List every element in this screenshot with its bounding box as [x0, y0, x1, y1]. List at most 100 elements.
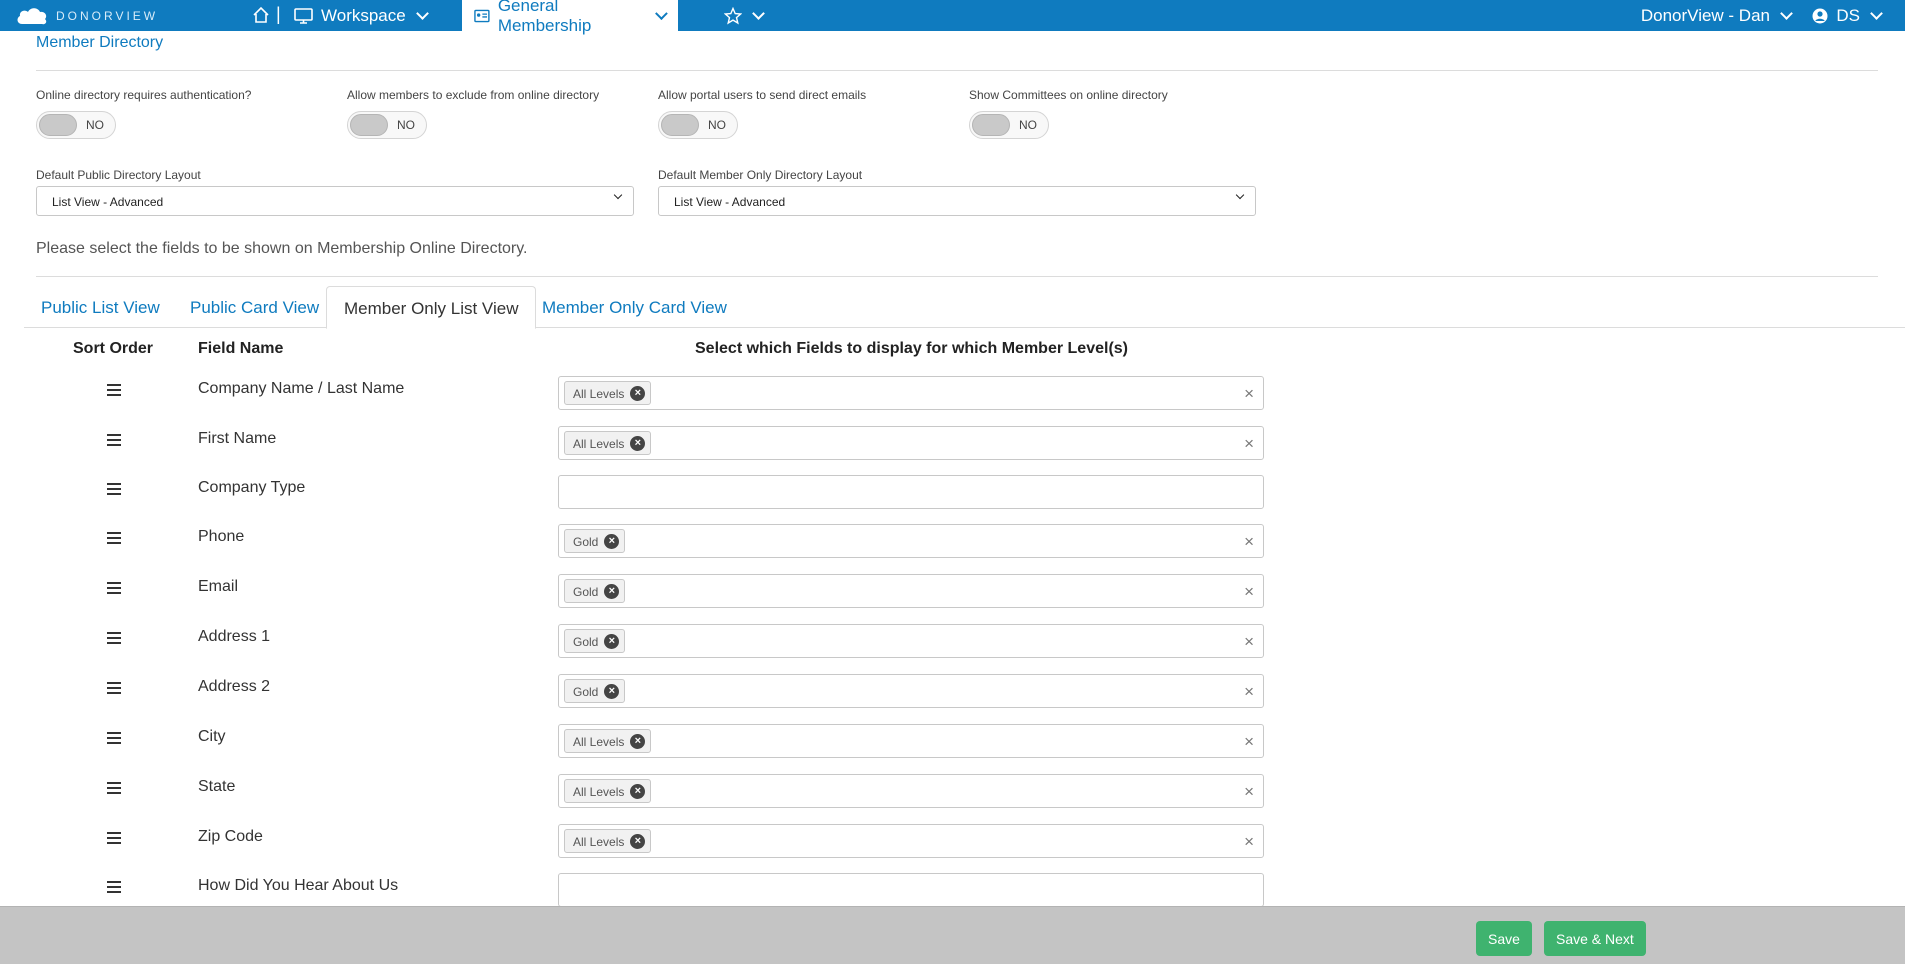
drag-handle-icon[interactable]: [107, 434, 121, 446]
level-tag-label: All Levels: [573, 835, 625, 849]
header-sort-order: Sort Order: [73, 340, 154, 357]
drag-handle-icon[interactable]: [107, 782, 121, 794]
drag-handle-icon[interactable]: [107, 582, 121, 594]
top-nav-bar: DONORVIEW | Workspace General Membership…: [0, 0, 1905, 35]
tab-member-only-list-view[interactable]: Member Only List View: [326, 286, 537, 329]
table-row: Address 1 Gold × ×: [0, 624, 1905, 674]
toggle-label: Allow portal users to send direct emails: [658, 88, 867, 102]
donorview-logo[interactable]: DONORVIEW: [16, 4, 158, 28]
drag-handle-icon[interactable]: [107, 532, 121, 544]
profile-menu[interactable]: DS: [1800, 0, 1893, 31]
drag-handle-icon[interactable]: [107, 832, 121, 844]
org-user-menu[interactable]: DonorView - Dan: [1629, 0, 1803, 31]
member-layout-select[interactable]: List View - Advanced: [658, 186, 1256, 216]
member-level-select[interactable]: All Levels × ×: [558, 426, 1264, 460]
table-row: Phone Gold × ×: [0, 524, 1905, 574]
public-layout-select[interactable]: List View - Advanced: [36, 186, 634, 216]
toggle-label: Online directory requires authentication…: [36, 88, 252, 102]
star-icon: [724, 6, 742, 24]
drag-handle-icon[interactable]: [107, 632, 121, 644]
member-level-select[interactable]: All Levels × ×: [558, 724, 1264, 758]
id-card-icon: [474, 9, 490, 22]
toggle-switch[interactable]: NO: [36, 111, 116, 139]
member-level-select[interactable]: Gold × ×: [558, 674, 1264, 708]
select-value: List View - Advanced: [674, 195, 786, 209]
chevron-down-icon: [655, 6, 668, 20]
field-name: Phone: [198, 528, 245, 545]
member-level-select[interactable]: All Levels × ×: [558, 376, 1264, 410]
tab-public-list-view[interactable]: Public List View: [24, 286, 177, 328]
drag-handle-icon[interactable]: [107, 384, 121, 396]
clear-selection-icon[interactable]: ×: [1244, 832, 1254, 852]
table-row: Address 2 Gold × ×: [0, 674, 1905, 724]
clear-selection-icon[interactable]: ×: [1244, 782, 1254, 802]
remove-tag-icon[interactable]: ×: [604, 584, 620, 599]
toggle-knob: [350, 114, 388, 136]
member-level-select[interactable]: Gold × ×: [558, 574, 1264, 608]
home-button[interactable]: |: [252, 4, 281, 25]
toggle-switch[interactable]: NO: [347, 111, 427, 139]
section-title: Member Directory: [36, 34, 164, 51]
toggle-knob: [972, 114, 1010, 136]
favorites-menu[interactable]: [712, 0, 775, 31]
remove-tag-icon[interactable]: ×: [604, 684, 620, 699]
user-label: DonorView - Dan: [1640, 5, 1770, 25]
remove-tag-icon[interactable]: ×: [630, 386, 646, 401]
save-button[interactable]: Save: [1476, 921, 1532, 956]
drag-handle-icon[interactable]: [107, 881, 121, 893]
divider: [36, 70, 1878, 71]
toggle-knob: [661, 114, 699, 136]
clear-selection-icon[interactable]: ×: [1244, 434, 1254, 454]
table-row: City All Levels × ×: [0, 724, 1905, 774]
level-tag-label: All Levels: [573, 785, 625, 799]
remove-tag-icon[interactable]: ×: [604, 534, 620, 549]
member-level-select[interactable]: Gold × ×: [558, 524, 1264, 558]
drag-handle-icon[interactable]: [107, 732, 121, 744]
level-tag: Gold ×: [564, 579, 626, 603]
remove-tag-icon[interactable]: ×: [604, 634, 620, 649]
tab-public-card-view[interactable]: Public Card View: [173, 286, 336, 328]
chevron-down-icon: [1870, 6, 1883, 20]
remove-tag-icon[interactable]: ×: [630, 834, 646, 849]
toggle-show-committees: Show Committees on online directory NO: [969, 88, 1168, 139]
level-tag-label: Gold: [573, 685, 599, 699]
toggle-switch[interactable]: NO: [658, 111, 738, 139]
workspace-menu[interactable]: Workspace: [282, 0, 439, 31]
chevron-down-icon: [1235, 190, 1245, 200]
drag-handle-icon[interactable]: [107, 483, 121, 495]
toggle-state: NO: [708, 118, 726, 132]
public-layout-group: Default Public Directory Layout List Vie…: [36, 168, 634, 216]
remove-tag-icon[interactable]: ×: [630, 734, 646, 749]
level-tag-label: All Levels: [573, 387, 625, 401]
field-name: State: [198, 778, 236, 795]
clear-selection-icon[interactable]: ×: [1244, 632, 1254, 652]
remove-tag-icon[interactable]: ×: [630, 784, 646, 799]
member-level-select[interactable]: All Levels × ×: [558, 824, 1264, 858]
chevron-down-icon: [613, 190, 623, 200]
divider: [36, 276, 1878, 277]
clear-selection-icon[interactable]: ×: [1244, 384, 1254, 404]
table-row: Company Type: [0, 475, 1905, 525]
toggle-state: NO: [397, 118, 415, 132]
workspace-label: Workspace: [321, 5, 406, 25]
remove-tag-icon[interactable]: ×: [630, 436, 646, 451]
clear-selection-icon[interactable]: ×: [1244, 532, 1254, 552]
general-membership-menu[interactable]: General Membership: [462, 0, 678, 35]
drag-handle-icon[interactable]: [107, 682, 121, 694]
member-level-select[interactable]: [558, 475, 1264, 509]
view-tabs: Public List View Public Card View Member…: [24, 286, 1905, 329]
level-tag: Gold ×: [564, 679, 626, 703]
tab-member-only-card-view[interactable]: Member Only Card View: [525, 286, 744, 328]
header-member-levels: Select which Fields to display for which…: [695, 340, 1128, 357]
save-and-next-button[interactable]: Save & Next: [1544, 921, 1646, 956]
field-name: Company Name / Last Name: [198, 380, 405, 397]
toggle-switch[interactable]: NO: [969, 111, 1049, 139]
clear-selection-icon[interactable]: ×: [1244, 732, 1254, 752]
clear-selection-icon[interactable]: ×: [1244, 582, 1254, 602]
member-level-select[interactable]: All Levels × ×: [558, 774, 1264, 808]
chevron-down-icon: [1780, 6, 1793, 20]
chevron-down-icon: [752, 6, 765, 20]
member-level-select[interactable]: Gold × ×: [558, 624, 1264, 658]
clear-selection-icon[interactable]: ×: [1244, 682, 1254, 702]
member-level-select[interactable]: [558, 873, 1264, 907]
